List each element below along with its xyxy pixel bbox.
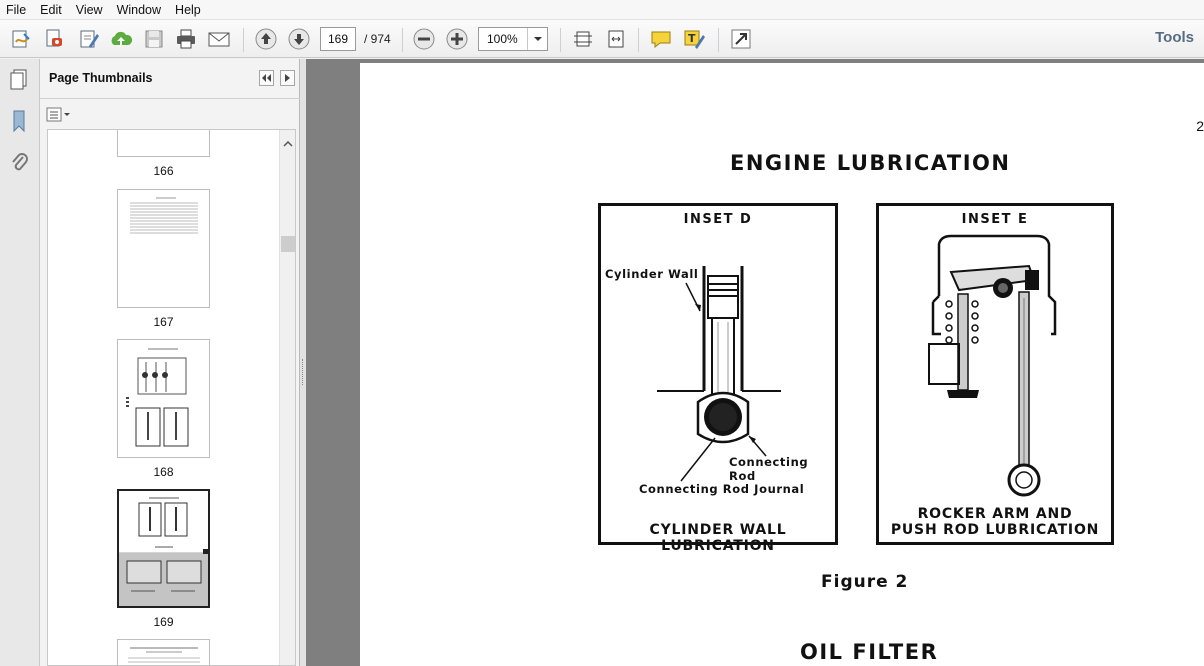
page-number-input[interactable]: 169	[320, 27, 356, 51]
page-number: 2	[1196, 118, 1204, 134]
inset-d-figure: INSET D Cylinder Wall Connecting Rod Con…	[598, 203, 838, 554]
inset-e-caption-line1: ROCKER ARM AND	[917, 506, 1073, 522]
thumbnails-panel: Page Thumbnails 166 167 168 169	[40, 59, 300, 666]
svg-text:T: T	[688, 32, 696, 45]
thumbnail-label: 166	[153, 164, 174, 178]
fit-width-icon[interactable]	[603, 26, 629, 52]
print-icon[interactable]	[173, 26, 199, 52]
rocker-arm-diagram	[928, 234, 1057, 497]
thumbnail-scrollbar[interactable]	[279, 130, 295, 665]
scroll-up-icon[interactable]	[283, 134, 293, 152]
menu-file[interactable]: File	[0, 0, 33, 20]
document-page: 2 ENGINE LUBRICATION INSET D Cylinder Wa…	[360, 63, 1204, 666]
menu-edit[interactable]: Edit	[33, 0, 69, 20]
panel-title: Page Thumbnails	[49, 71, 153, 85]
next-page-icon[interactable]	[286, 26, 312, 52]
figure-caption: Figure 2	[821, 572, 909, 592]
thumbnail-label: 169	[153, 615, 174, 629]
expand-icon[interactable]	[728, 26, 754, 52]
menu-window[interactable]: Window	[110, 0, 168, 20]
inset-e-figure: INSET E ROCKER ARM AND PUSH ROD LUBRICAT…	[876, 203, 1114, 545]
label-connecting-rod-journal: Connecting Rod Journal	[639, 482, 805, 496]
label-connecting-rod: Connecting Rod	[729, 455, 809, 483]
bookmark-icon[interactable]	[6, 107, 32, 135]
comment-icon[interactable]	[648, 26, 674, 52]
fit-page-icon[interactable]	[570, 26, 596, 52]
open-file-icon[interactable]	[41, 26, 67, 52]
expand-panel-icon[interactable]	[280, 70, 295, 86]
page-thumbnails-icon[interactable]	[6, 65, 32, 93]
zoom-value: 100%	[487, 32, 518, 46]
inset-d-caption: CYLINDER WALL LUBRICATION	[649, 522, 787, 554]
thumbnail-page-current[interactable]	[117, 489, 210, 608]
thumbnails-header: Page Thumbnails	[40, 59, 300, 99]
zoom-in-icon[interactable]	[444, 26, 470, 52]
page-total: / 974	[364, 32, 391, 46]
tools-button[interactable]: Tools	[1155, 29, 1194, 46]
navigation-pane	[0, 59, 40, 666]
cloud-upload-icon[interactable]	[108, 26, 134, 52]
thumbnail-page[interactable]	[117, 339, 210, 458]
create-pdf-icon[interactable]	[8, 26, 34, 52]
save-icon[interactable]	[141, 26, 167, 52]
previous-page-icon[interactable]	[253, 26, 279, 52]
highlight-text-icon[interactable]: T	[681, 26, 707, 52]
zoom-select[interactable]: 100%	[478, 27, 548, 51]
thumbnail-list: 166 167 168 169	[47, 129, 296, 666]
menu-bar: File Edit View Window Help	[0, 0, 1204, 20]
edit-document-icon[interactable]	[76, 26, 102, 52]
thumbnail-label: 168	[153, 465, 174, 479]
collapse-panel-icon[interactable]	[259, 70, 274, 86]
options-menu[interactable]	[46, 106, 72, 124]
email-icon[interactable]	[206, 26, 232, 52]
document-view: 2 ENGINE LUBRICATION INSET D Cylinder Wa…	[306, 59, 1204, 666]
thumbnail-label: 167	[153, 315, 174, 329]
label-cylinder-wall: Cylinder Wall	[605, 267, 699, 281]
zoom-out-icon[interactable]	[411, 26, 437, 52]
toolbar: 169 / 974 100% T Tools	[0, 20, 1204, 58]
section-title: ENGINE LUBRICATION	[730, 151, 1011, 175]
thumbnail-page[interactable]	[117, 639, 210, 665]
chevron-down-icon[interactable]	[527, 28, 547, 50]
menu-view[interactable]: View	[69, 0, 110, 20]
next-section-heading: OIL FILTER	[800, 640, 939, 664]
menu-help[interactable]: Help	[168, 0, 208, 20]
thumbnail-page[interactable]	[117, 130, 210, 157]
attachment-icon[interactable]	[6, 149, 32, 177]
scrollbar-thumb[interactable]	[281, 236, 295, 252]
thumbnail-page[interactable]	[117, 189, 210, 308]
inset-e-caption-line2: PUSH ROD LUBRICATION	[890, 522, 1100, 538]
